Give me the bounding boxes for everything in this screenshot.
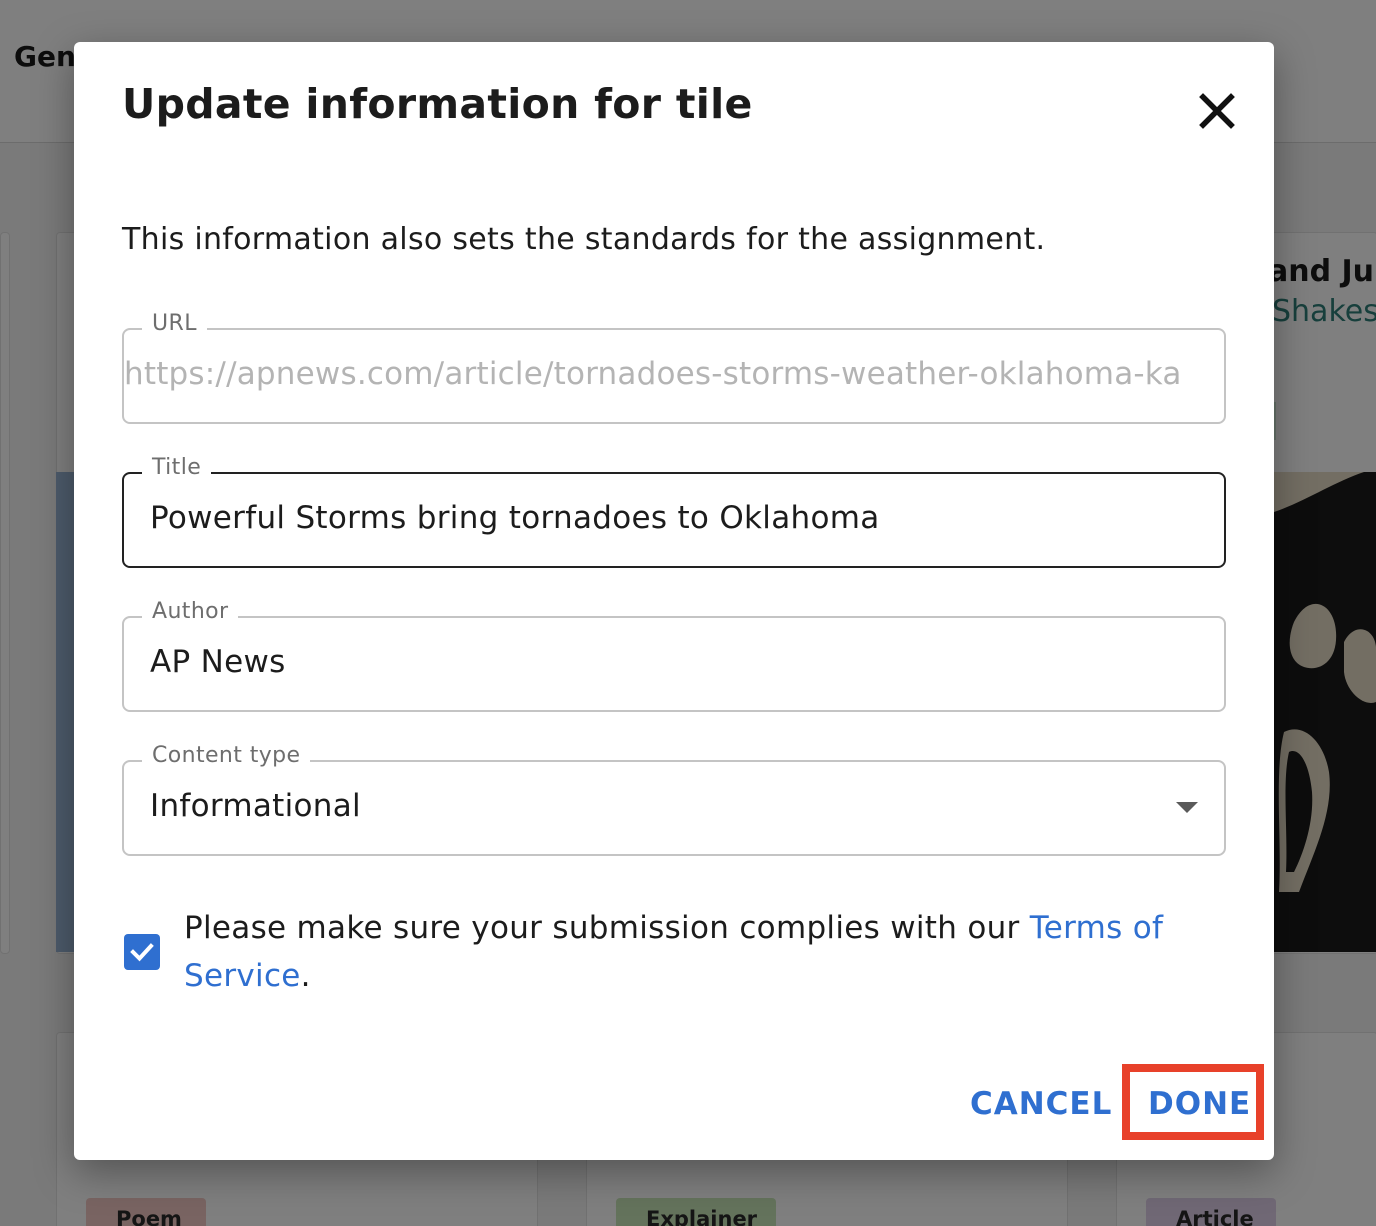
title-label: Title (142, 455, 212, 480)
author-field[interactable]: Author AP News (122, 599, 1226, 712)
url-label: URL (142, 311, 207, 336)
dropdown-arrow-icon[interactable] (1176, 802, 1198, 813)
close-button[interactable] (1192, 86, 1242, 136)
update-tile-dialog: Update information for tile This informa… (74, 42, 1274, 1160)
content-type-label: Content type (142, 743, 311, 768)
terms-notice: Please make sure your submission complie… (184, 904, 1194, 1000)
checkmark-icon (130, 943, 154, 962)
content-type-select[interactable]: Content type Informational (122, 743, 1226, 856)
terms-text: Please make sure your submission complie… (184, 910, 1030, 946)
author-input[interactable]: AP News (150, 644, 1198, 680)
terms-period: . (300, 958, 311, 994)
cancel-button[interactable]: CANCEL (970, 1086, 1112, 1122)
terms-checkbox[interactable] (124, 934, 160, 970)
close-icon (1199, 93, 1235, 129)
url-input[interactable]: https://apnews.com/article/tornadoes-sto… (124, 356, 1198, 392)
title-field[interactable]: Title Powerful Storms bring tornadoes to… (122, 455, 1226, 568)
author-label: Author (142, 599, 239, 624)
url-field[interactable]: URL https://apnews.com/article/tornadoes… (122, 311, 1226, 424)
dialog-title: Update information for tile (122, 80, 753, 128)
done-button-highlight: DONE (1122, 1064, 1264, 1140)
dialog-subtitle: This information also sets the standards… (122, 222, 1046, 257)
done-button[interactable]: DONE (1148, 1086, 1251, 1122)
title-input[interactable]: Powerful Storms bring tornadoes to Oklah… (150, 500, 1198, 536)
content-type-value: Informational (150, 788, 361, 824)
